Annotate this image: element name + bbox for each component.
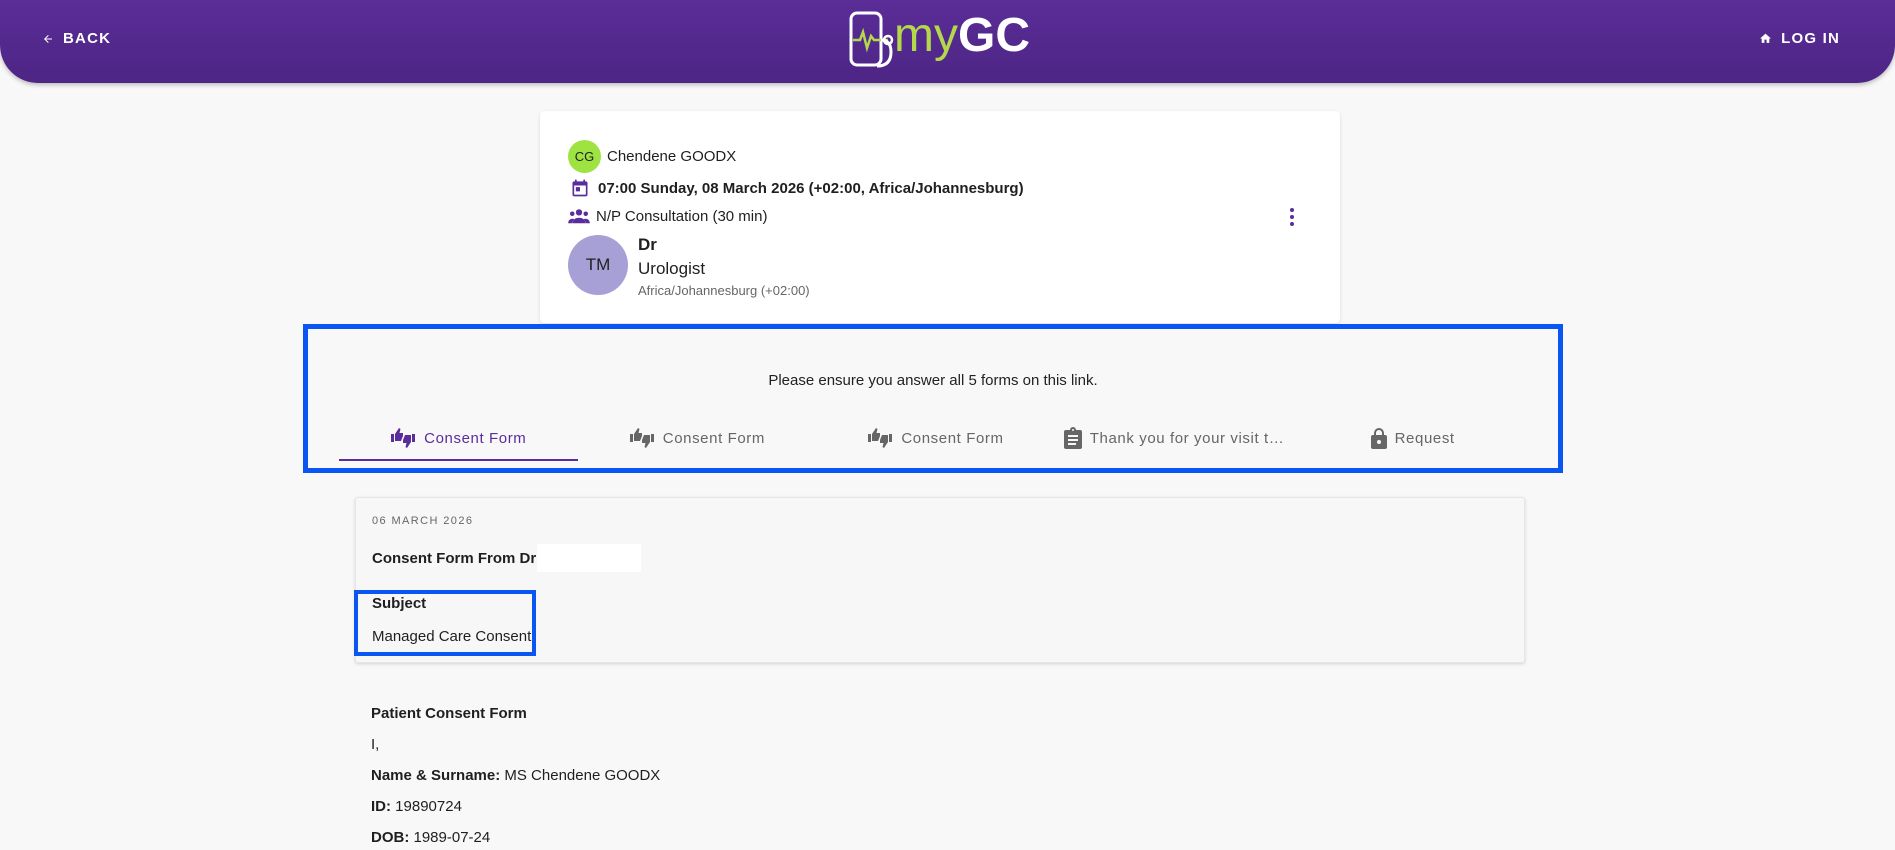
dob-key: DOB: bbox=[371, 829, 410, 846]
tab-label: Request bbox=[1394, 429, 1455, 447]
tab-label: Consent Form bbox=[424, 429, 527, 447]
id-row: ID: 19890724 bbox=[371, 798, 462, 815]
tab-thank-you[interactable]: Thank you for your visit t… bbox=[1055, 415, 1294, 461]
dob-row: DOB: 1989-07-24 bbox=[371, 829, 490, 846]
tab-request[interactable]: Request bbox=[1293, 415, 1532, 461]
dob-value: 1989-07-24 bbox=[413, 829, 491, 846]
form-from: Consent Form From Dr bbox=[372, 544, 642, 572]
forms-instruction: Please ensure you answer all 5 forms on … bbox=[768, 372, 1098, 389]
name-row: Name & Surname: MS Chendene GOODX bbox=[371, 767, 660, 784]
appointment-datetime-row: 07:00 Sunday, 08 March 2026 (+02:00, Afr… bbox=[570, 178, 1024, 198]
tab-label: Thank you for your visit t… bbox=[1089, 429, 1285, 447]
subject-value: Managed Care Consent bbox=[372, 628, 532, 645]
tab-consent-form-3[interactable]: Consent Form bbox=[816, 415, 1055, 461]
top-app-bar: BACK myGC LOG IN bbox=[0, 0, 1895, 83]
login-button[interactable]: LOG IN bbox=[1759, 30, 1840, 47]
phone-stethoscope-icon bbox=[849, 11, 894, 68]
patient-row: CG Chendene GOODX bbox=[568, 140, 736, 173]
home-icon bbox=[1760, 33, 1772, 43]
form-from-text: Consent Form From Dr bbox=[372, 549, 537, 567]
logo-gc-text: GC bbox=[957, 9, 1030, 62]
subject-label: Subject bbox=[372, 595, 427, 612]
forms-tab-section: Please ensure you answer all 5 forms on … bbox=[303, 324, 1563, 473]
more-vert-icon bbox=[1290, 208, 1294, 226]
logo-my-text: my bbox=[894, 9, 958, 62]
form-body-title: Patient Consent Form bbox=[371, 705, 527, 722]
doctor-specialty: Urologist bbox=[638, 259, 706, 278]
appointment-card: CG Chendene GOODX 07:00 Sunday, 08 March… bbox=[540, 111, 1340, 323]
more-options-button[interactable] bbox=[1289, 207, 1295, 232]
patient-avatar: CG bbox=[568, 140, 601, 173]
calendar-icon bbox=[572, 179, 588, 197]
lock-icon bbox=[1370, 428, 1387, 449]
tab-label: Consent Form bbox=[662, 429, 765, 447]
doctor-title: Dr bbox=[638, 235, 657, 254]
id-value: 19890724 bbox=[395, 798, 462, 815]
form-date: 06 MARCH 2026 bbox=[372, 515, 474, 527]
consult-type-row: N/P Consultation (30 min) bbox=[568, 207, 767, 225]
thumbs-up-down-icon bbox=[868, 428, 893, 448]
doctor-avatar: TM bbox=[568, 235, 628, 295]
id-key: ID: bbox=[371, 798, 391, 815]
login-label: LOG IN bbox=[1781, 30, 1840, 47]
consult-type: N/P Consultation (30 min) bbox=[596, 207, 768, 225]
appointment-datetime: 07:00 Sunday, 08 March 2026 (+02:00, Afr… bbox=[598, 179, 1024, 197]
back-button[interactable]: BACK bbox=[42, 30, 111, 47]
patient-name: Chendene GOODX bbox=[607, 148, 737, 165]
name-key: Name & Surname: bbox=[371, 767, 501, 784]
tab-consent-form-2[interactable]: Consent Form bbox=[578, 415, 817, 461]
form-body-intro: I, bbox=[371, 736, 380, 753]
back-label: BACK bbox=[63, 30, 112, 47]
forms-tab-bar: Consent Form Consent Form Consent Form T… bbox=[339, 415, 1532, 461]
form-detail-card: 06 MARCH 2026 Consent Form From Dr Subje… bbox=[354, 497, 1525, 663]
mygc-logo: myGC bbox=[848, 9, 1030, 72]
people-icon bbox=[568, 209, 590, 224]
thumbs-up-down-icon bbox=[629, 428, 654, 448]
thumbs-up-down-icon bbox=[391, 428, 416, 448]
arrow-left-icon bbox=[44, 34, 52, 43]
redacted-block bbox=[537, 544, 642, 572]
clipboard-icon bbox=[1063, 427, 1082, 449]
name-value: MS Chendene GOODX bbox=[504, 767, 661, 784]
doctor-timezone: Africa/Johannesburg (+02:00) bbox=[638, 283, 810, 298]
tab-consent-form-1[interactable]: Consent Form bbox=[339, 415, 578, 461]
tab-label: Consent Form bbox=[901, 429, 1004, 447]
